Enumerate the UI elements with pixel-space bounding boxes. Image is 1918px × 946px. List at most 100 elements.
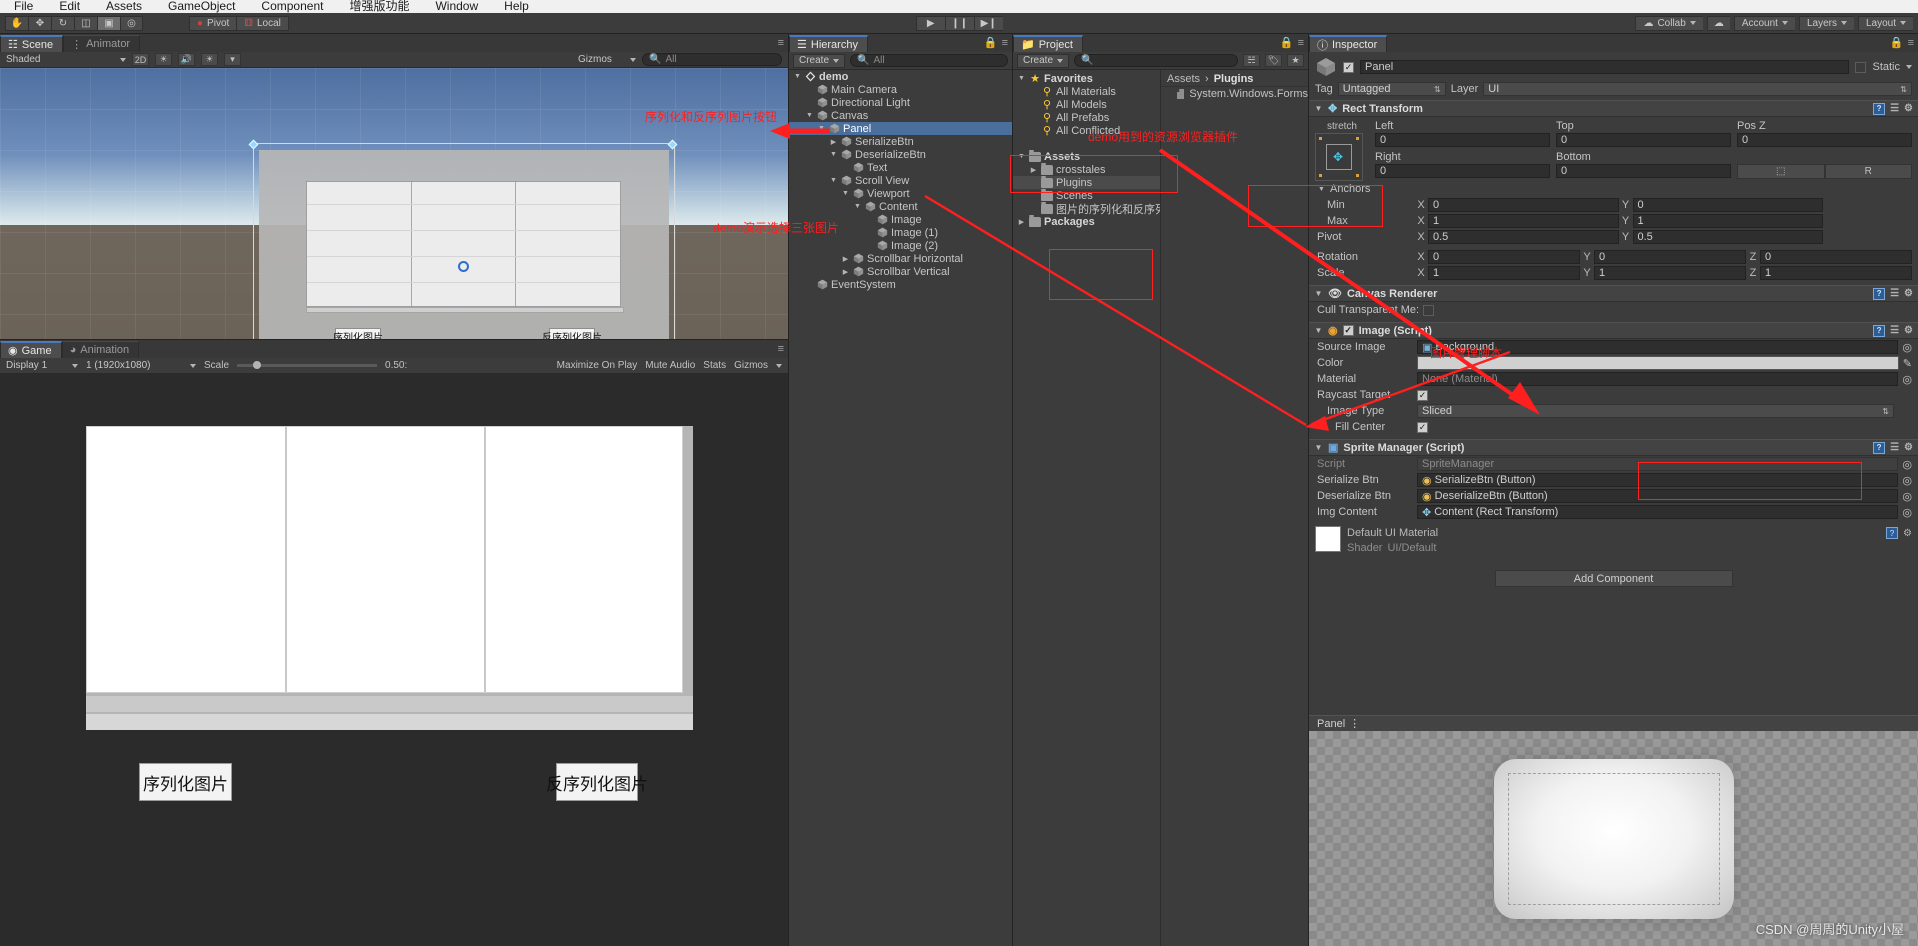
serialize-btn-field[interactable]: ◉ SerializeBtn (Button) (1417, 473, 1899, 487)
tree-item-main-camera[interactable]: Main Camera (789, 83, 1012, 96)
game-viewport[interactable]: 序列化图片 反序列化图片 (0, 374, 788, 946)
preview-options-icon[interactable]: ⋮ (1349, 717, 1360, 730)
preset-icon[interactable]: ☰ (1890, 325, 1899, 336)
object-picker-icon[interactable]: ◎ (1902, 373, 1912, 386)
list-item[interactable]: System.Windows.Forms (1161, 87, 1308, 101)
scene-deserialize-button[interactable]: 反序列化图片 (542, 328, 602, 339)
menu-item-edit[interactable]: Edit (59, 0, 80, 12)
image-type-dropdown[interactable]: Sliced ⇅ (1417, 404, 1894, 418)
rect-tool-button[interactable]: ▣ (97, 15, 120, 31)
chevron-right-icon[interactable]: ▶ (841, 268, 850, 276)
object-picker-icon[interactable]: ◎ (1902, 506, 1912, 519)
transform-tool-button[interactable]: ◎ (120, 15, 143, 31)
mute-audio-toggle[interactable]: Mute Audio (645, 360, 695, 371)
tree-item-scroll-view[interactable]: ▼ Scroll View (789, 174, 1012, 187)
toggle-2d-button[interactable]: 2D (132, 53, 149, 66)
tab-hierarchy[interactable]: ☰ Hierarchy (789, 35, 868, 52)
tree-item-canvas[interactable]: ▼ Canvas (789, 109, 1012, 122)
anchor-min-x-input[interactable]: 0 (1428, 198, 1619, 212)
game-deserialize-button[interactable]: 反序列化图片 (546, 763, 648, 801)
fx-dropdown-button[interactable]: ☀ (201, 53, 218, 66)
project-folder-tree[interactable]: ▼ ★ Favorites ⚲ All Materials ⚲ All Models ⚲ All… (1013, 70, 1161, 946)
game-scrollbar-h[interactable] (86, 696, 693, 712)
chevron-down-icon[interactable]: ▼ (805, 112, 814, 119)
project-create-button[interactable]: Create (1017, 53, 1070, 68)
chevron-right-icon[interactable]: ▶ (1029, 166, 1038, 174)
component-header-canvas-renderer[interactable]: ▼ 👁 Canvas Renderer ? ☰ ⚙ (1309, 285, 1918, 302)
help-icon[interactable]: ? (1873, 441, 1886, 454)
stats-toggle[interactable]: Stats (703, 360, 726, 371)
rotation-z-input[interactable]: 0 (1760, 250, 1912, 264)
object-picker-icon[interactable]: ◎ (1902, 490, 1912, 503)
scale-z-input[interactable]: 1 (1760, 266, 1912, 280)
scrollbar-horizontal-scene[interactable] (306, 307, 624, 313)
raw-edit-button[interactable]: R (1824, 164, 1912, 179)
chevron-down-icon[interactable]: ▼ (793, 73, 802, 80)
object-picker-icon[interactable]: ◎ (1902, 458, 1912, 471)
tree-item-scrollbar-vertical[interactable]: ▶ Scrollbar Vertical (789, 265, 1012, 278)
help-icon[interactable]: ? (1886, 527, 1899, 539)
anchor-min-y-input[interactable]: 0 (1632, 198, 1823, 212)
scene-serialize-button[interactable]: 序列化图片 (333, 328, 383, 339)
gear-icon[interactable]: ⚙ (1903, 528, 1912, 539)
project-search-input[interactable]: 🔍 (1074, 54, 1238, 67)
chevron-right-icon[interactable]: ▶ (1017, 218, 1026, 226)
help-icon[interactable]: ? (1873, 324, 1886, 337)
pivot-toggle[interactable]: ● Pivot (189, 15, 237, 31)
layer-dropdown[interactable]: UI ⇅ (1483, 82, 1912, 96)
hierarchy-tree[interactable]: ▼ demo Main Camera Directional Light ▼ Canvas… (789, 70, 1012, 946)
object-picker-icon[interactable]: ◎ (1902, 341, 1912, 354)
game-tab-options[interactable]: ≡ (778, 343, 784, 355)
tab-scene[interactable]: ☷ Scene (0, 35, 64, 52)
lock-icon[interactable]: 🔒 (1280, 36, 1294, 49)
menu-icon[interactable]: ≡ (1002, 37, 1008, 49)
inspector-tab-options[interactable]: 🔒 ≡ (1890, 36, 1914, 50)
scale-tool-button[interactable]: ◫ (74, 15, 97, 31)
image-enabled-checkbox[interactable]: ✓ (1342, 325, 1354, 336)
tree-item-plugins[interactable]: Plugins (1013, 175, 1160, 189)
rotation-x-input[interactable]: 0 (1428, 250, 1580, 264)
move-tool-button[interactable]: ✥ (28, 15, 51, 31)
rotate-tool-button[interactable]: ↻ (51, 15, 74, 31)
tree-item-deserializebtn[interactable]: ▼ DeserializeBtn (789, 148, 1012, 161)
audio-toggle-button[interactable]: 🔊 (178, 53, 195, 66)
fill-center-checkbox[interactable]: ✓ (1417, 421, 1428, 433)
component-header-sprite-manager[interactable]: ▼ ▣ Sprite Manager (Script) ? ☰ ⚙ (1309, 439, 1918, 456)
hierarchy-create-button[interactable]: Create (793, 53, 846, 68)
tree-item-favorites[interactable]: ▼ ★ Favorites (1013, 72, 1160, 86)
menu-item-component[interactable]: Component (261, 0, 323, 12)
gear-icon[interactable]: ⚙ (1904, 325, 1913, 336)
lighting-toggle-button[interactable]: ☀ (155, 53, 172, 66)
component-header-rect-transform[interactable]: ▼ ✥ Rect Transform ? ☰ ⚙ (1309, 100, 1918, 117)
preset-icon[interactable]: ☰ (1890, 103, 1899, 114)
chevron-down-icon[interactable]: ▼ (817, 125, 826, 132)
help-icon[interactable]: ? (1873, 102, 1886, 115)
tree-item-all-materials[interactable]: ⚲ All Materials (1013, 85, 1160, 99)
shading-mode-dropdown[interactable]: Shaded (6, 54, 126, 65)
fx-caret-button[interactable]: ▾ (224, 53, 241, 66)
layout-button[interactable]: Layout (1857, 15, 1913, 31)
game-serialize-button[interactable]: 序列化图片 (139, 763, 232, 801)
tree-item-serializebtn[interactable]: ▶ SerializeBtn (789, 135, 1012, 148)
chevron-down-icon[interactable]: ▼ (1017, 75, 1026, 82)
scene-tab-options[interactable]: ≡ (778, 37, 784, 49)
scene-search-input[interactable]: 🔍 All (642, 53, 782, 66)
tree-item-crosstales[interactable]: ▶ crosstales (1013, 162, 1160, 176)
pivot-handle[interactable] (458, 261, 469, 272)
left-input[interactable]: 0 (1375, 133, 1550, 147)
tree-item-eventsystem[interactable]: EventSystem (789, 278, 1012, 291)
tree-item-scrollbar-horizontal[interactable]: ▶ Scrollbar Horizontal (789, 252, 1012, 265)
tree-item-content[interactable]: ▼ Content (789, 200, 1012, 213)
eyedropper-icon[interactable]: ✎ (1903, 357, 1912, 370)
chevron-down-icon[interactable]: ▼ (1314, 289, 1323, 298)
game-gizmos-dropdown[interactable]: Gizmos (734, 360, 768, 371)
menu-item-file[interactable]: File (14, 0, 33, 12)
play-button[interactable]: ▶ (915, 15, 945, 31)
chevron-down-icon[interactable]: ▼ (829, 177, 838, 184)
component-header-image-script[interactable]: ▼ ◉ ✓ Image (Script) ? ☰ ⚙ (1309, 322, 1918, 339)
pivot-y-input[interactable]: 0.5 (1632, 230, 1823, 244)
posz-input[interactable]: 0 (1737, 133, 1912, 147)
chevron-down-icon[interactable]: ▼ (1314, 104, 1323, 113)
favorite-button[interactable]: ★ (1287, 54, 1304, 67)
filter-by-label-button[interactable]: 🏷 (1265, 54, 1282, 67)
